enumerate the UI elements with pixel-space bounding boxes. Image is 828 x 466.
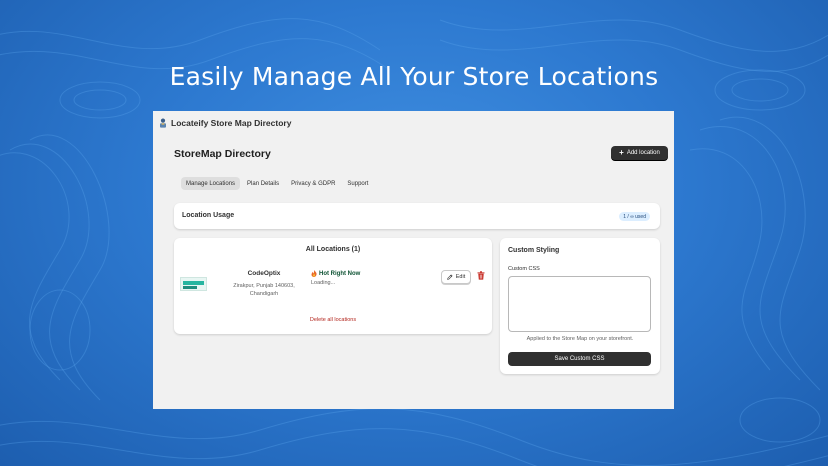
location-status-detail: Loading...: [311, 280, 336, 286]
location-name: CodeOptix: [247, 270, 281, 277]
custom-styling-title: Custom Styling: [508, 247, 560, 254]
edit-label: Edit: [455, 274, 466, 280]
trash-icon[interactable]: [477, 271, 485, 280]
app-window: Locateify Store Map Directory StoreMap D…: [153, 111, 674, 409]
app-title: Locateify Store Map Directory: [171, 118, 292, 128]
usage-badge: 1 / ∞ used: [619, 212, 650, 221]
plus-icon: +: [619, 148, 624, 157]
save-custom-css-button[interactable]: Save Custom CSS: [508, 352, 651, 366]
edit-location-button[interactable]: Edit: [441, 270, 471, 284]
pencil-icon: [446, 274, 453, 280]
tab-support[interactable]: Support: [342, 177, 373, 190]
location-usage-card: Location Usage 1 / ∞ used: [174, 203, 660, 229]
banner-headline: Easily Manage All Your Store Locations: [169, 62, 659, 91]
all-locations-card: All Locations (1) CodeOptix Zirakpur, Pu…: [174, 238, 492, 334]
delete-all-locations-link[interactable]: Delete all locations: [174, 317, 492, 323]
location-address-line2: Chandigarh: [249, 291, 279, 297]
custom-css-help-text: Applied to the Store Map on your storefr…: [526, 336, 634, 342]
tab-privacy-gdpr[interactable]: Privacy & GDPR: [286, 177, 340, 190]
tab-manage-locations[interactable]: Manage Locations: [181, 177, 241, 190]
add-location-button[interactable]: + Add location: [611, 146, 668, 160]
custom-styling-card: Custom Styling Custom CSS Applied to the…: [500, 238, 660, 374]
location-thumbnail: [180, 277, 207, 291]
thumbnail-bar: [183, 286, 197, 289]
custom-css-input[interactable]: [508, 276, 651, 332]
all-locations-title: All Locations (1): [305, 246, 361, 253]
app-title-bar: Locateify Store Map Directory: [159, 117, 291, 129]
location-address: Zirakpur, Punjab 140603, Chandigarh: [219, 282, 309, 298]
tab-bar: Manage Locations Plan Details Privacy & …: [181, 177, 373, 190]
thumbnail-bar: [183, 281, 204, 285]
location-status: Hot Right Now: [311, 270, 360, 277]
fire-icon: [311, 270, 317, 277]
add-location-label: Add location: [626, 150, 660, 156]
location-address-line1: Zirakpur, Punjab 140603,: [233, 283, 295, 289]
location-status-text: Hot Right Now: [319, 270, 361, 277]
location-usage-title: Location Usage: [182, 212, 235, 219]
page-title: StoreMap Directory: [174, 148, 271, 160]
tab-plan-details[interactable]: Plan Details: [242, 177, 284, 190]
custom-css-label: Custom CSS: [508, 266, 540, 272]
store-person-icon: [160, 118, 166, 128]
